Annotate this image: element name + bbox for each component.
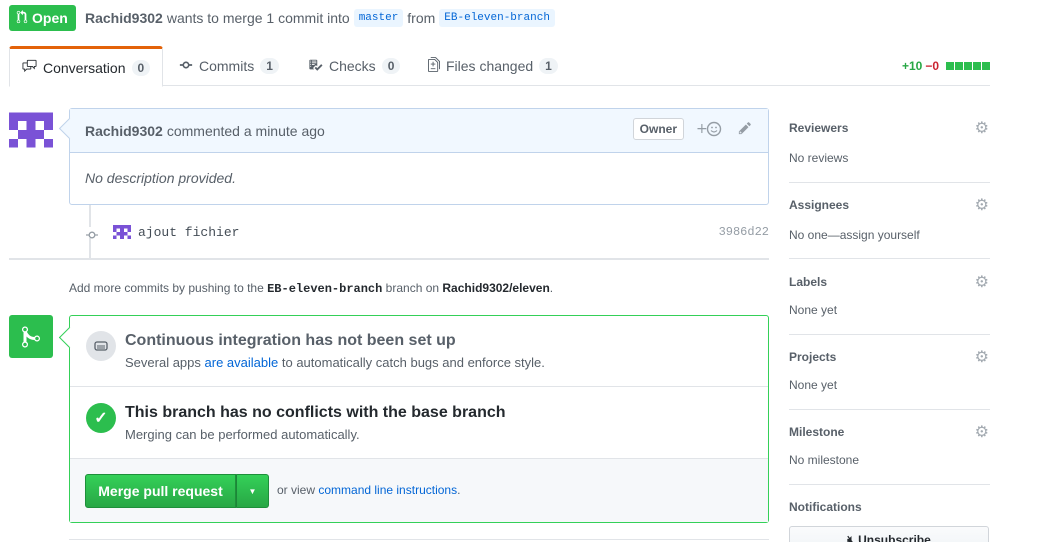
ci-sub-pre: Several apps [125,355,201,370]
merge-actions: Merge pull request ▼ or view command lin… [70,459,768,522]
base-branch-ref[interactable]: master [353,9,404,27]
sidebar-assignees: Assignees ⚙ No one—assign yourself [789,198,990,259]
ci-title: Continuous integration has not been set … [125,332,456,349]
commit-author-avatar[interactable] [113,223,131,241]
head-branch-ref[interactable]: EB-eleven-branch [439,9,555,27]
tab-counter: 1 [539,58,558,74]
ci-status-section: Continuous integration has not been set … [70,316,768,387]
tab-files-changed[interactable]: Files changed 1 [428,46,558,86]
push-hint-prefix: Add more commits by pushing to the [69,281,264,295]
diffstat[interactable]: +10 −0 [902,59,990,73]
merge-box: Continuous integration has not been set … [69,315,769,523]
sidebar-value: None yet [789,378,838,392]
gear-icon[interactable]: ⚙ [975,350,989,366]
tab-checks[interactable]: Checks 0 [308,46,401,86]
gear-icon[interactable]: ⚙ [975,198,989,214]
sidebar-title: Labels [789,275,828,289]
tab-counter: 0 [381,58,401,74]
comment-author-link[interactable]: Rachid9302 [85,123,163,139]
ci-server-icon [86,331,116,361]
merge-pull-request-button[interactable]: Merge pull request [85,474,236,508]
sidebar-value: None yet [789,303,838,317]
sidebar-title: Projects [789,350,837,364]
check-icon: ✓ [86,403,116,433]
tab-label: Files changed [446,58,534,74]
timeline-divider [9,258,769,260]
git-pull-request-icon [16,9,28,27]
sidebar-labels: Labels ⚙ None yet [789,275,990,335]
mute-icon: 🔇︎ [847,533,855,542]
push-hint-suffix: . [549,281,554,295]
unsubscribe-button[interactable]: 🔇︎ Unsubscribe [789,526,989,542]
unsubscribe-label: Unsubscribe [858,533,931,542]
owner-badge: Owner [632,118,684,140]
alt-view-pre: or view [277,483,316,497]
tab-label: Conversation [43,59,126,76]
merge-method-dropdown[interactable]: ▼ [236,474,269,508]
diffstat-bar [945,59,990,73]
diffstat-deletions: −0 [925,59,939,73]
pr-tabs: Conversation 0 Commits 1 Checks 0 Files … [9,46,990,87]
svg-text:+: + [696,121,708,137]
tab-counter: 0 [131,59,151,76]
pencil-icon[interactable] [738,121,752,138]
comment-action[interactable]: commented a minute ago [167,123,325,139]
commit-sha-link[interactable]: 3986d22 [719,225,769,239]
file-diff-icon [428,57,440,75]
triangle-down-icon: ▼ [248,486,257,496]
tab-label: Commits [199,58,255,74]
no-conflicts-title: This branch has no conflicts with the ba… [125,404,506,421]
add-reaction-icon[interactable]: + [696,121,724,140]
comment-body: No description provided. [85,170,236,186]
pr-meta: Rachid9302 wants to merge 1 commit into … [85,6,555,30]
git-commit-icon [179,58,193,75]
push-hint-middle: branch on [385,281,440,295]
sidebar-title: Assignees [789,198,850,212]
no-conflicts-section: ✓ This branch has no conflicts with the … [70,387,768,459]
apps-available-link[interactable]: are available [205,355,279,370]
diffstat-additions: +10 [901,59,923,73]
git-commit-icon [84,227,98,239]
push-hint: Add more commits by pushing to the EB-el… [69,281,553,296]
ci-sub-post: to automatically catch bugs and enforce … [281,355,545,370]
sidebar-title: Milestone [789,425,845,439]
tab-conversation[interactable]: Conversation 0 [9,46,164,87]
from-text: from [407,10,436,26]
no-conflicts-subtitle: Merging can be performed automatically. [125,427,360,442]
pr-state-badge: Open [9,5,76,31]
tab-label: Checks [329,58,376,74]
push-hint-branch: EB-eleven-branch [267,282,383,296]
pr-author-link[interactable]: Rachid9302 [85,10,163,26]
push-hint-repo: Rachid9302/eleven [442,281,550,295]
checklist-icon [308,58,323,75]
gear-icon[interactable]: ⚙ [975,275,989,291]
sidebar-value: No milestone [789,453,860,467]
comment-discussion-icon [22,59,37,76]
alt-view-text: or view command line instructions. [277,483,460,497]
sidebar-projects: Projects ⚙ None yet [789,350,990,410]
git-merge-icon [9,315,53,358]
alt-view-post: . [457,483,461,497]
gear-icon[interactable]: ⚙ [975,121,989,137]
command-line-instructions-link[interactable]: command line instructions [318,483,457,497]
pr-description-comment: Rachid9302 commented a minute ago Owner … [69,108,769,205]
ci-subtitle: Several apps are available to automatica… [125,355,545,370]
sidebar-value: No reviews [789,151,849,165]
merge-text: wants to merge 1 commit into [166,10,350,26]
commit-message-link[interactable]: ajout fichier [138,225,239,240]
tab-counter: 1 [260,58,279,74]
sidebar-reviewers: Reviewers ⚙ No reviews [789,121,990,183]
assign-yourself-link[interactable]: No one—assign yourself [789,228,920,242]
avatar[interactable] [9,108,53,152]
gear-icon[interactable]: ⚙ [975,425,989,441]
sidebar-title: Reviewers [789,121,849,135]
sidebar-title: Notifications [789,500,862,514]
tab-commits[interactable]: Commits 1 [179,46,279,86]
pr-state-label: Open [32,10,68,26]
sidebar-milestone: Milestone ⚙ No milestone [789,425,990,485]
